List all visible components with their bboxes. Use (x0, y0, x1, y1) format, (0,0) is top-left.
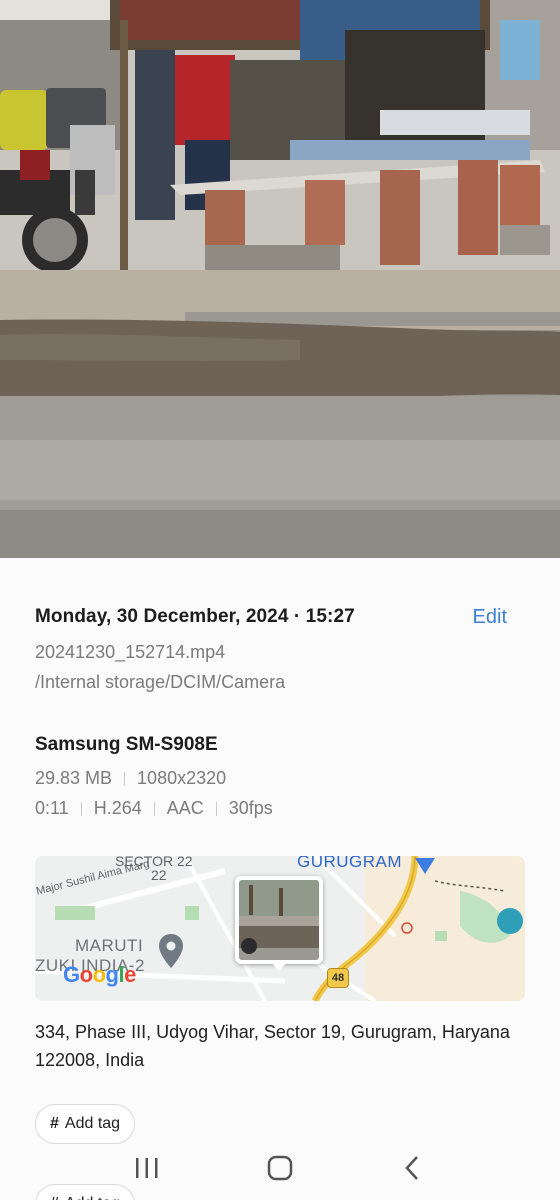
back-button[interactable] (393, 1148, 433, 1188)
frame-rate: 30fps (228, 798, 273, 818)
audio-codec: AAC (166, 798, 204, 818)
navigation-pointer-icon (415, 858, 435, 874)
capture-date-time: Monday, 30 December, 2024 · 15:27 (35, 606, 355, 627)
home-icon (267, 1155, 293, 1181)
highway-shield: 48 (327, 968, 349, 988)
tourist-place-icon (497, 908, 523, 934)
google-logo: Google (63, 962, 136, 987)
details-panel: Monday, 30 December, 2024 · 15:27 Edit 2… (0, 558, 560, 1200)
map-label-city: GURUGRAM (297, 856, 403, 871)
street-scene-image (0, 0, 560, 558)
file-specs-row-2: 0:11 H.264 AAC 30fps (35, 798, 273, 819)
home-button[interactable] (260, 1148, 300, 1188)
thumbnail-image (239, 880, 319, 960)
location-pin-icon (159, 934, 183, 973)
recent-apps-icon (135, 1158, 158, 1178)
location-address: 334, Phase III, Udyog Vihar, Sector 19, … (35, 1022, 510, 1070)
video-preview[interactable] (0, 0, 560, 558)
file-size: 29.83 MB (35, 768, 113, 788)
location-map[interactable]: SECTOR 22 22 Major Sushil Aima Marg GURU… (35, 856, 525, 1001)
hash-icon: # (50, 1115, 59, 1132)
photo-details-screen: Monday, 30 December, 2024 · 15:27 Edit 2… (0, 0, 560, 1200)
resolution: 1080x2320 (137, 768, 227, 788)
back-icon (405, 1156, 419, 1180)
divider (124, 771, 126, 786)
map-label-sector-number: 22 (151, 867, 167, 883)
recent-apps-button[interactable] (127, 1148, 167, 1188)
map-label-maruti: MARUTI (75, 936, 144, 955)
file-specs-row-1: 29.83 MB 1080x2320 (35, 768, 226, 789)
map-photo-thumbnail[interactable] (235, 876, 323, 964)
add-tag-label: Add tag (64, 1115, 121, 1132)
divider (153, 801, 155, 816)
divider (215, 801, 217, 816)
video-codec: H.264 (93, 798, 142, 818)
date-row: Monday, 30 December, 2024 · 15:27 Edit (35, 606, 525, 632)
edit-details-button[interactable]: Edit (473, 606, 507, 629)
thumbnail-pointer (271, 962, 287, 971)
file-path: /Internal storage/DCIM/Camera (35, 672, 286, 692)
divider (80, 801, 82, 816)
system-navigation-bar (0, 1136, 560, 1200)
device-model: Samsung SM-S908E (35, 734, 218, 755)
file-name: 20241230_152714.mp4 (35, 642, 226, 662)
duration: 0:11 (35, 798, 69, 818)
